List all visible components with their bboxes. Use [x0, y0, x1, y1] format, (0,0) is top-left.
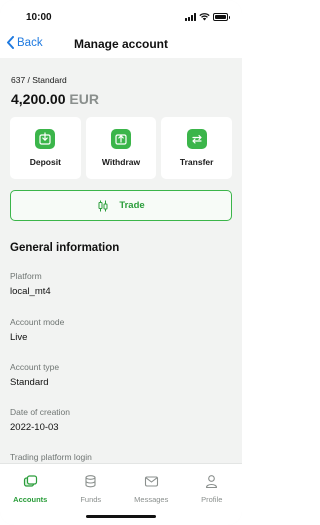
info-value-account-type: Standard [10, 377, 49, 388]
withdraw-label: Withdraw [101, 157, 141, 167]
home-indicator [86, 515, 156, 518]
profile-icon [206, 475, 218, 489]
status-icons [185, 13, 230, 21]
candlestick-icon [98, 200, 108, 211]
info-label-account-mode: Account mode [10, 317, 65, 327]
info-label-trading-login: Trading platform login [10, 452, 92, 462]
signal-icon [185, 13, 196, 21]
funds-icon [85, 475, 96, 488]
deposit-label: Deposit [29, 157, 61, 167]
deposit-icon [35, 129, 56, 149]
section-title: General information [10, 242, 120, 254]
withdraw-button[interactable]: Withdraw [85, 117, 157, 179]
account-id: 637 / Standard [11, 75, 67, 85]
info-label-account-type: Account type [10, 362, 60, 372]
tab-profile[interactable]: Profile [182, 464, 243, 525]
phone-screen: 10:00 Back Manage account 637 / Standard… [0, 0, 242, 525]
balance-currency: EUR [69, 91, 99, 107]
tab-label-funds: Funds [80, 495, 102, 504]
trade-button[interactable]: Trade [10, 190, 232, 221]
page-title: Manage account [73, 37, 169, 51]
info-label-date-of-creation: Date of creation [10, 407, 71, 417]
messages-icon [144, 476, 158, 487]
transfer-label: Transfer [179, 157, 214, 167]
transfer-icon [186, 129, 207, 149]
status-bar: 10:00 [0, 0, 242, 30]
info-value-account-mode: Live [10, 332, 28, 343]
withdraw-icon [111, 129, 131, 149]
balance-amount: 4,200.00 [11, 91, 66, 107]
tab-label-accounts: Accounts [13, 495, 48, 504]
trade-label: Trade [119, 200, 145, 211]
tab-accounts[interactable]: Accounts [0, 464, 61, 525]
battery-icon [213, 13, 230, 21]
account-balance: 4,200.00 EUR [11, 91, 99, 107]
transfer-button[interactable]: Transfer [161, 117, 233, 179]
info-value-date-of-creation: 2022-10-03 [10, 422, 59, 433]
wifi-icon [199, 13, 210, 21]
tab-label-profile: Profile [201, 495, 223, 504]
account-actions: Deposit Withdraw Transfer [10, 117, 233, 179]
info-value-platform: local_mt4 [10, 286, 51, 297]
deposit-button[interactable]: Deposit [10, 117, 81, 179]
nav-bar: Back Manage account [0, 30, 242, 58]
tab-label-messages: Messages [134, 495, 169, 504]
info-label-platform: Platform [10, 271, 42, 281]
status-time: 10:00 [26, 12, 52, 23]
accounts-icon [23, 475, 37, 487]
